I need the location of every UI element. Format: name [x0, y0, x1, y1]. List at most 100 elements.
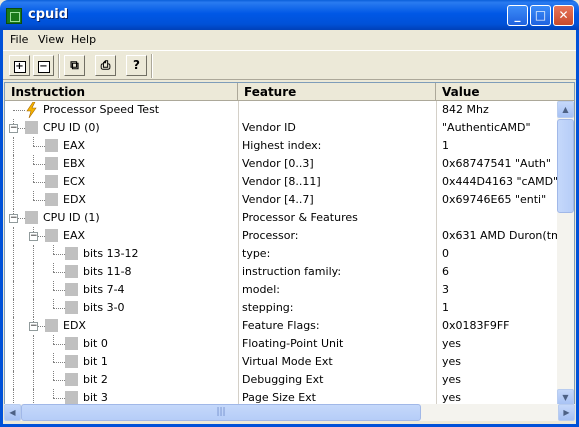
collapse-all-button[interactable]: −	[33, 55, 54, 76]
value-cell: yes	[442, 373, 462, 386]
tree-row[interactable]: − EAX Processor: 0x631 AMD Duron(tm)	[5, 227, 557, 245]
collapse-toggle-icon[interactable]: −	[9, 214, 18, 223]
close-button[interactable]: ✕	[553, 5, 574, 26]
register-node-icon	[65, 391, 78, 404]
tree-row[interactable]: − CPU ID (1) Processor & Features	[5, 209, 557, 227]
menu-help[interactable]: Help	[71, 33, 96, 46]
tree-connector	[13, 335, 14, 353]
tree-row[interactable]: bits 11-8 instruction family: 6	[5, 263, 557, 281]
tree-connector	[13, 299, 14, 317]
instruction-label: bits 13-12	[83, 247, 139, 260]
instruction-cell: EDX	[5, 191, 238, 209]
instruction-label: bits 11-8	[83, 265, 132, 278]
tree-connector	[33, 164, 45, 165]
value-cell: yes	[442, 391, 462, 404]
tree-row[interactable]: bit 2 Debugging Ext yes	[5, 371, 557, 389]
column-instruction[interactable]: Instruction	[5, 83, 238, 101]
tree-connector	[53, 263, 54, 272]
instruction-label: bits 7-4	[83, 283, 125, 296]
instruction-label: Processor Speed Test	[43, 103, 160, 116]
help-button[interactable]: ?	[126, 55, 147, 76]
tree-connector	[13, 245, 14, 263]
collapse-toggle-icon[interactable]: −	[9, 124, 18, 133]
tree-row[interactable]: EDX Vendor [4..7] 0x69746E65 "enti"	[5, 191, 557, 209]
tree-connector	[33, 263, 34, 281]
instruction-label: bit 3	[83, 391, 108, 404]
print-button[interactable]: ⎙	[95, 55, 116, 76]
scroll-down-button[interactable]: ▼	[557, 389, 574, 404]
tree-row[interactable]: ECX Vendor [8..11] 0x444D4163 "cAMD"	[5, 173, 557, 191]
tree-connector	[53, 281, 54, 290]
tree-row[interactable]: bits 3-0 stepping: 1	[5, 299, 557, 317]
instruction-cell: ECX	[5, 173, 238, 191]
collapse-toggle-icon[interactable]: −	[29, 322, 38, 331]
value-cell: "AuthenticAMD"	[442, 121, 531, 134]
tree-connector	[13, 371, 14, 389]
tree-row[interactable]: EAX Highest index: 1	[5, 137, 557, 155]
tree-connector	[53, 389, 54, 398]
tree-connector	[33, 245, 34, 263]
menu-file[interactable]: File	[10, 33, 28, 46]
print-icon: ⎙	[100, 58, 111, 72]
tree-connector	[53, 254, 65, 255]
window-title: cpuid	[28, 7, 69, 22]
scroll-left-button[interactable]: ◀	[4, 404, 21, 421]
menu-view[interactable]: View	[38, 33, 64, 46]
tree-row[interactable]: − CPU ID (0) Vendor ID "AuthenticAMD"	[5, 119, 557, 137]
copy-button[interactable]: ⧉	[64, 55, 85, 76]
tree-connector	[53, 308, 65, 309]
feature-cell: instruction family:	[242, 265, 342, 278]
expand-all-button[interactable]: +	[9, 55, 30, 76]
vertical-scroll-thumb[interactable]	[557, 119, 574, 213]
cpuid-tree-grid[interactable]: Instruction Feature Value Processor Spee…	[4, 82, 575, 405]
tree-connector	[33, 335, 34, 353]
instruction-label: bit 2	[83, 373, 108, 386]
tree-connector	[33, 155, 34, 164]
tree-row[interactable]: bit 0 Floating-Point Unit yes	[5, 335, 557, 353]
value-cell	[442, 209, 557, 227]
instruction-label: EDX	[63, 319, 86, 332]
value-cell: 842 Mhz	[442, 103, 489, 116]
instruction-cell: − EDX	[5, 317, 238, 335]
feature-cell: Virtual Mode Ext	[242, 355, 333, 368]
tree-connector	[33, 371, 34, 389]
instruction-cell: EBX	[5, 155, 238, 173]
tree-row[interactable]: bit 3 Page Size Ext yes	[5, 389, 557, 404]
value-cell: 0x631 AMD Duron(tm)	[442, 229, 557, 242]
scroll-right-button[interactable]: ▶	[558, 404, 575, 421]
column-feature[interactable]: Feature	[238, 83, 436, 101]
feature-cell: Vendor [8..11]	[242, 175, 321, 188]
value-cell: 0x68747541 "Auth"	[442, 157, 551, 170]
tree-connector	[53, 299, 54, 308]
register-node-icon	[65, 283, 78, 296]
maximize-button[interactable]: □	[530, 5, 551, 26]
title-bar[interactable]: cpuid _ □ ✕	[0, 0, 579, 30]
minimize-button[interactable]: _	[507, 5, 528, 26]
feature-cell: stepping:	[242, 301, 294, 314]
register-node-icon	[65, 247, 78, 260]
horizontal-scroll-thumb[interactable]: |||	[21, 404, 421, 421]
vertical-scrollbar[interactable]: ▲ ▼	[557, 101, 574, 404]
column-value[interactable]: Value	[436, 83, 574, 101]
scroll-up-button[interactable]: ▲	[557, 101, 574, 118]
horizontal-scrollbar[interactable]: ◀ ||| ▶	[4, 404, 575, 421]
tree-connector	[13, 317, 14, 335]
tree-row[interactable]: − EDX Feature Flags: 0x0183F9FF	[5, 317, 557, 335]
lightning-icon	[26, 102, 37, 118]
tree-connector	[53, 398, 65, 399]
tree-row[interactable]: bits 13-12 type: 0	[5, 245, 557, 263]
tree-row[interactable]: bits 7-4 model: 3	[5, 281, 557, 299]
tree-row[interactable]: bit 1 Virtual Mode Ext yes	[5, 353, 557, 371]
tree-row[interactable]: EBX Vendor [0..3] 0x68747541 "Auth"	[5, 155, 557, 173]
instruction-label: ECX	[63, 175, 86, 188]
register-node-icon	[65, 265, 78, 278]
value-cell: 0x69746E65 "enti"	[442, 193, 547, 206]
tree-row[interactable]: Processor Speed Test 842 Mhz	[5, 101, 557, 119]
collapse-toggle-icon[interactable]: −	[29, 232, 38, 241]
tree-connector	[13, 155, 14, 173]
help-icon: ?	[133, 58, 140, 72]
instruction-cell: Processor Speed Test	[5, 101, 238, 119]
tree-connector	[13, 281, 14, 299]
instruction-cell: bit 0	[5, 335, 238, 353]
tree-connector	[53, 245, 54, 254]
